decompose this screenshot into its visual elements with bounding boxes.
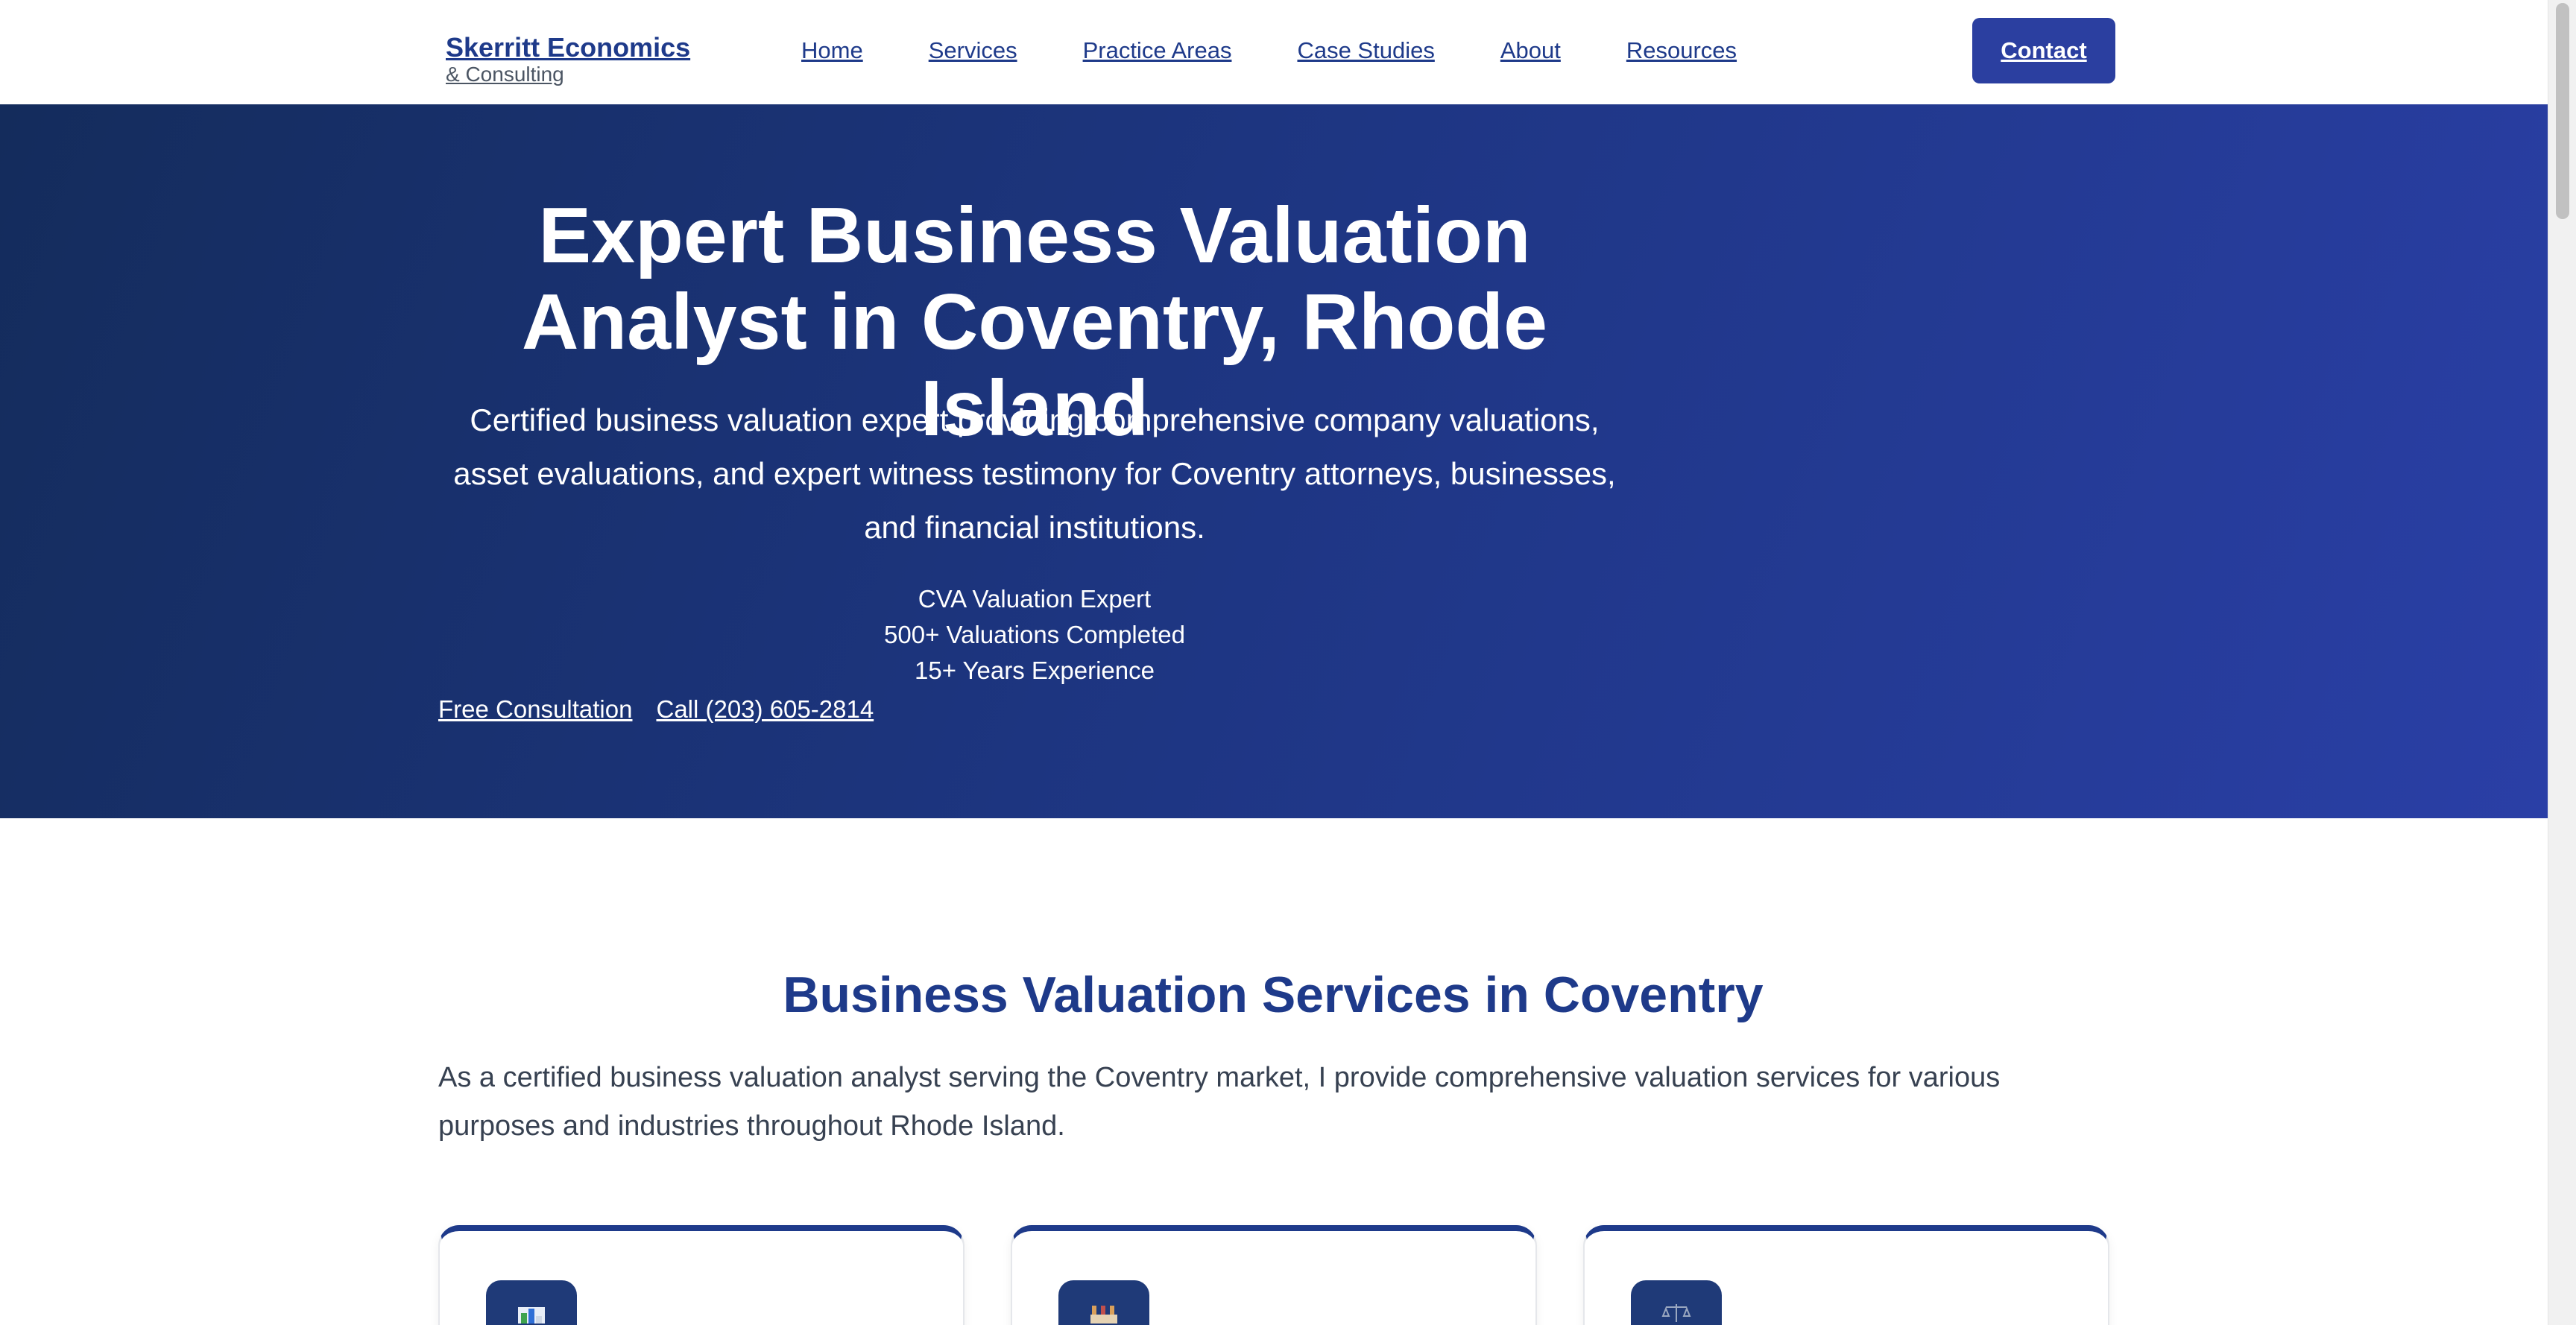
brand-subtitle[interactable]: & Consulting [446, 64, 690, 85]
hero-description: Certified business valuation expert prov… [453, 402, 1616, 545]
services-section-title: Business Valuation Services in Coventry [783, 967, 1764, 1023]
nav-services-link[interactable]: Services [929, 34, 1017, 67]
stat-valuations: 500+ Valuations Completed [884, 621, 1185, 648]
free-consultation-link[interactable]: Free Consultation [438, 692, 632, 727]
nav-practice-areas-link[interactable]: Practice Areas [1083, 34, 1232, 67]
hero-title-line-1: Expert Business Valuation [538, 192, 1531, 279]
service-card[interactable] [1011, 1225, 1537, 1325]
hero-stats: CVA Valuation Expert 500+ Valuations Com… [438, 581, 1631, 689]
factory-icon [1058, 1280, 1149, 1325]
bar-chart-icon [486, 1280, 577, 1325]
site-header: Skerritt Economics & Consulting Home Ser… [0, 0, 2548, 104]
stat-certification: CVA Valuation Expert [918, 585, 1152, 613]
scrollbar-thumb[interactable] [2556, 3, 2569, 219]
contact-button[interactable]: Contact [1972, 18, 2115, 83]
nav-resources-link[interactable]: Resources [1626, 34, 1737, 67]
brand-name[interactable]: Skerritt Economics [446, 31, 690, 64]
nav-case-studies-link[interactable]: Case Studies [1297, 34, 1434, 67]
nav-home-link[interactable]: Home [801, 34, 863, 67]
services-section-description: As a certified business valuation analys… [438, 1062, 2001, 1142]
service-card[interactable] [1583, 1225, 2109, 1325]
hero-section: Expert Business Valuation Analyst in Cov… [0, 104, 2548, 818]
main-nav: Home Services Practice Areas Case Studie… [801, 34, 1802, 67]
hero-cta-group: Free Consultation Call (203) 605-2814 [438, 692, 897, 727]
scales-icon [1631, 1280, 1722, 1325]
brand-logo-link[interactable]: Skerritt Economics & Consulting [446, 31, 690, 85]
call-phone-link[interactable]: Call (203) 605-2814 [656, 692, 874, 727]
stat-experience: 15+ Years Experience [915, 657, 1155, 684]
service-card[interactable] [438, 1225, 965, 1325]
nav-about-link[interactable]: About [1500, 34, 1561, 67]
page-scrollbar[interactable] [2548, 0, 2576, 1325]
